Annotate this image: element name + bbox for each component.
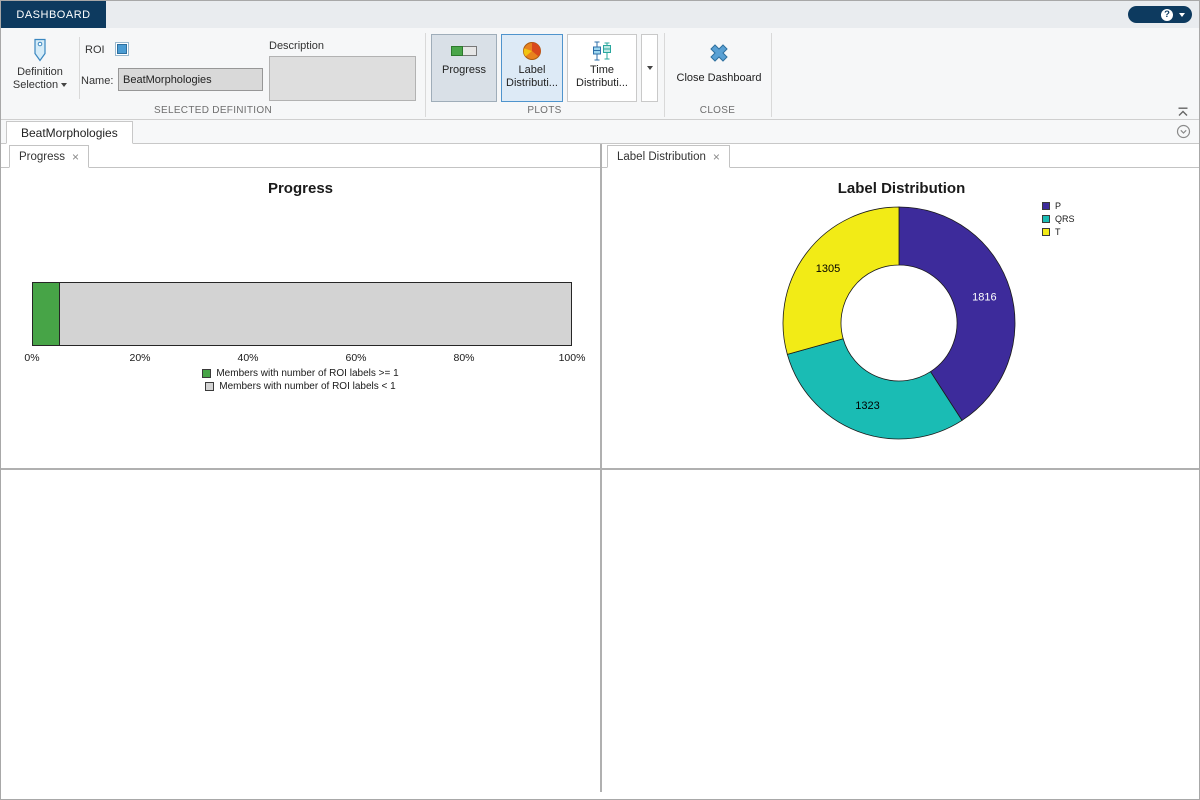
legend-label: Members with number of ROI labels < 1 [219,381,395,392]
donut-slice-t [783,207,899,354]
progress-bar-chart [32,282,572,346]
ribbon-tab-bar: DASHBOARD ? [1,1,1199,28]
progress-bar-segment-filled [33,283,60,345]
help-button[interactable]: ? [1128,6,1192,23]
axis-tick-label: 0% [24,352,39,364]
progress-bar-segment-rest [60,283,571,345]
progress-axis-ticks: 0%20%40%60%80%100% [32,352,572,366]
legend-item: Members with number of ROI labels >= 1 [202,368,398,379]
progress-chart-title: Progress [1,180,600,197]
collapse-ribbon-icon [1177,107,1189,117]
chevron-down-icon [61,83,67,87]
label-distribution-panel-tab-bar: Label Distribution × [602,144,1200,168]
toolstrip-separator [79,37,80,99]
legend-label: Members with number of ROI labels >= 1 [216,368,398,379]
donut-legend: P QRS T [1042,201,1075,237]
roi-label: ROI [85,44,105,56]
legend-item: QRS [1042,214,1075,224]
label-distribution-panel-tab[interactable]: Label Distribution × [607,145,730,168]
time-distribution-plot-label-line2: Distributi... [576,77,628,90]
label-distribution-plot-label-line2: Distributi... [506,77,558,90]
app-window: DASHBOARD ? Definition Selection ROI N [0,0,1200,800]
empty-panel-bottom-right [602,470,1200,792]
close-tab-button[interactable]: × [713,151,720,163]
definition-selection-button[interactable]: Definition Selection [3,31,77,113]
legend-label: P [1055,201,1061,211]
document-tab-bar: BeatMorphologies [1,120,1199,144]
close-tab-button[interactable]: × [72,151,79,163]
chevron-down-icon [647,66,653,70]
legend-item: P [1042,201,1075,211]
roi-icon [114,41,130,62]
plots-gallery-dropdown-button[interactable] [641,34,658,102]
axis-tick-label: 60% [345,352,366,364]
tab-beatmorphologies[interactable]: BeatMorphologies [6,121,133,144]
donut-chart-svg: 1816 1323 1305 [602,204,1200,468]
label-distribution-plot-label-line1: Label [519,64,546,77]
time-distribution-plot-label-line1: Time [590,64,614,77]
collapse-toolstrip-button[interactable] [1175,106,1191,118]
close-dashboard-button[interactable]: Close Dashboard [673,34,765,102]
document-actions-button[interactable] [1176,124,1191,139]
description-label: Description [269,40,324,52]
definition-selection-label: Definition Selection [13,66,67,92]
section-caption-selected-definition: SELECTED DEFINITION [1,105,425,116]
definition-selection-line1: Definition [17,66,63,78]
donut-value-label: 1323 [855,400,879,412]
axis-tick-label: 40% [237,352,258,364]
pie-chart-icon [522,40,542,62]
donut-value-label: 1816 [972,292,996,304]
toolstrip: Definition Selection ROI Name: Descripti… [1,28,1199,120]
time-distribution-plot-button[interactable]: Time Distributi... [567,34,637,102]
progress-plot-button[interactable]: Progress [431,34,497,102]
label-distribution-panel: Label Distribution × Label Distribution … [602,144,1200,468]
progress-panel-tab[interactable]: Progress × [9,145,89,168]
legend-label: QRS [1055,214,1075,224]
label-distribution-plot-button[interactable]: Label Distributi... [501,34,563,102]
definition-selection-line2: Selection [13,79,58,91]
donut-slice-qrs [787,339,962,439]
progress-panel-tab-label: Progress [19,151,65,163]
legend-item: T [1042,227,1075,237]
help-icon: ? [1161,9,1173,21]
progress-bar-icon [451,40,477,62]
progress-plot-label-line1: Progress [442,64,486,77]
label-distribution-panel-tab-label: Label Distribution [617,151,706,163]
axis-tick-label: 100% [559,352,586,364]
progress-panel: Progress × Progress 0% 20% 40% 60% 80% 100% M… [1,144,600,468]
progress-panel-tab-bar: Progress × [1,144,600,168]
tag-icon [28,37,52,63]
chevron-down-icon [1179,13,1185,17]
donut-value-label: 1305 [816,263,840,275]
section-caption-plots: PLOTS [425,105,664,116]
legend-swatch [1042,202,1050,210]
axis-tick-label: 80% [453,352,474,364]
section-caption-close: CLOSE [664,105,771,116]
roi-name-input[interactable] [118,68,263,91]
dashboard-grid: Progress × Progress 0% 20% 40% 60% 80% 100% M… [1,144,1199,792]
target-icon [1176,124,1191,139]
close-dashboard-label: Close Dashboard [677,72,762,84]
legend-swatch [1042,215,1050,223]
legend-label: T [1055,227,1061,237]
label-distribution-chart-title: Label Distribution [602,180,1200,197]
toolstrip-separator [771,33,772,117]
legend-swatch [1042,228,1050,236]
progress-legend: Members with number of ROI labels >= 1 Me… [1,368,600,392]
axis-tick-label: 20% [129,352,150,364]
legend-swatch [205,382,214,391]
description-textarea[interactable] [269,56,416,101]
empty-panel-bottom-left [1,470,600,792]
tab-dashboard[interactable]: DASHBOARD [1,1,106,28]
name-label: Name: [81,75,113,87]
legend-item: Members with number of ROI labels < 1 [205,381,395,392]
legend-swatch [202,369,211,378]
box-plot-icon [590,40,614,62]
close-x-icon [708,42,730,64]
